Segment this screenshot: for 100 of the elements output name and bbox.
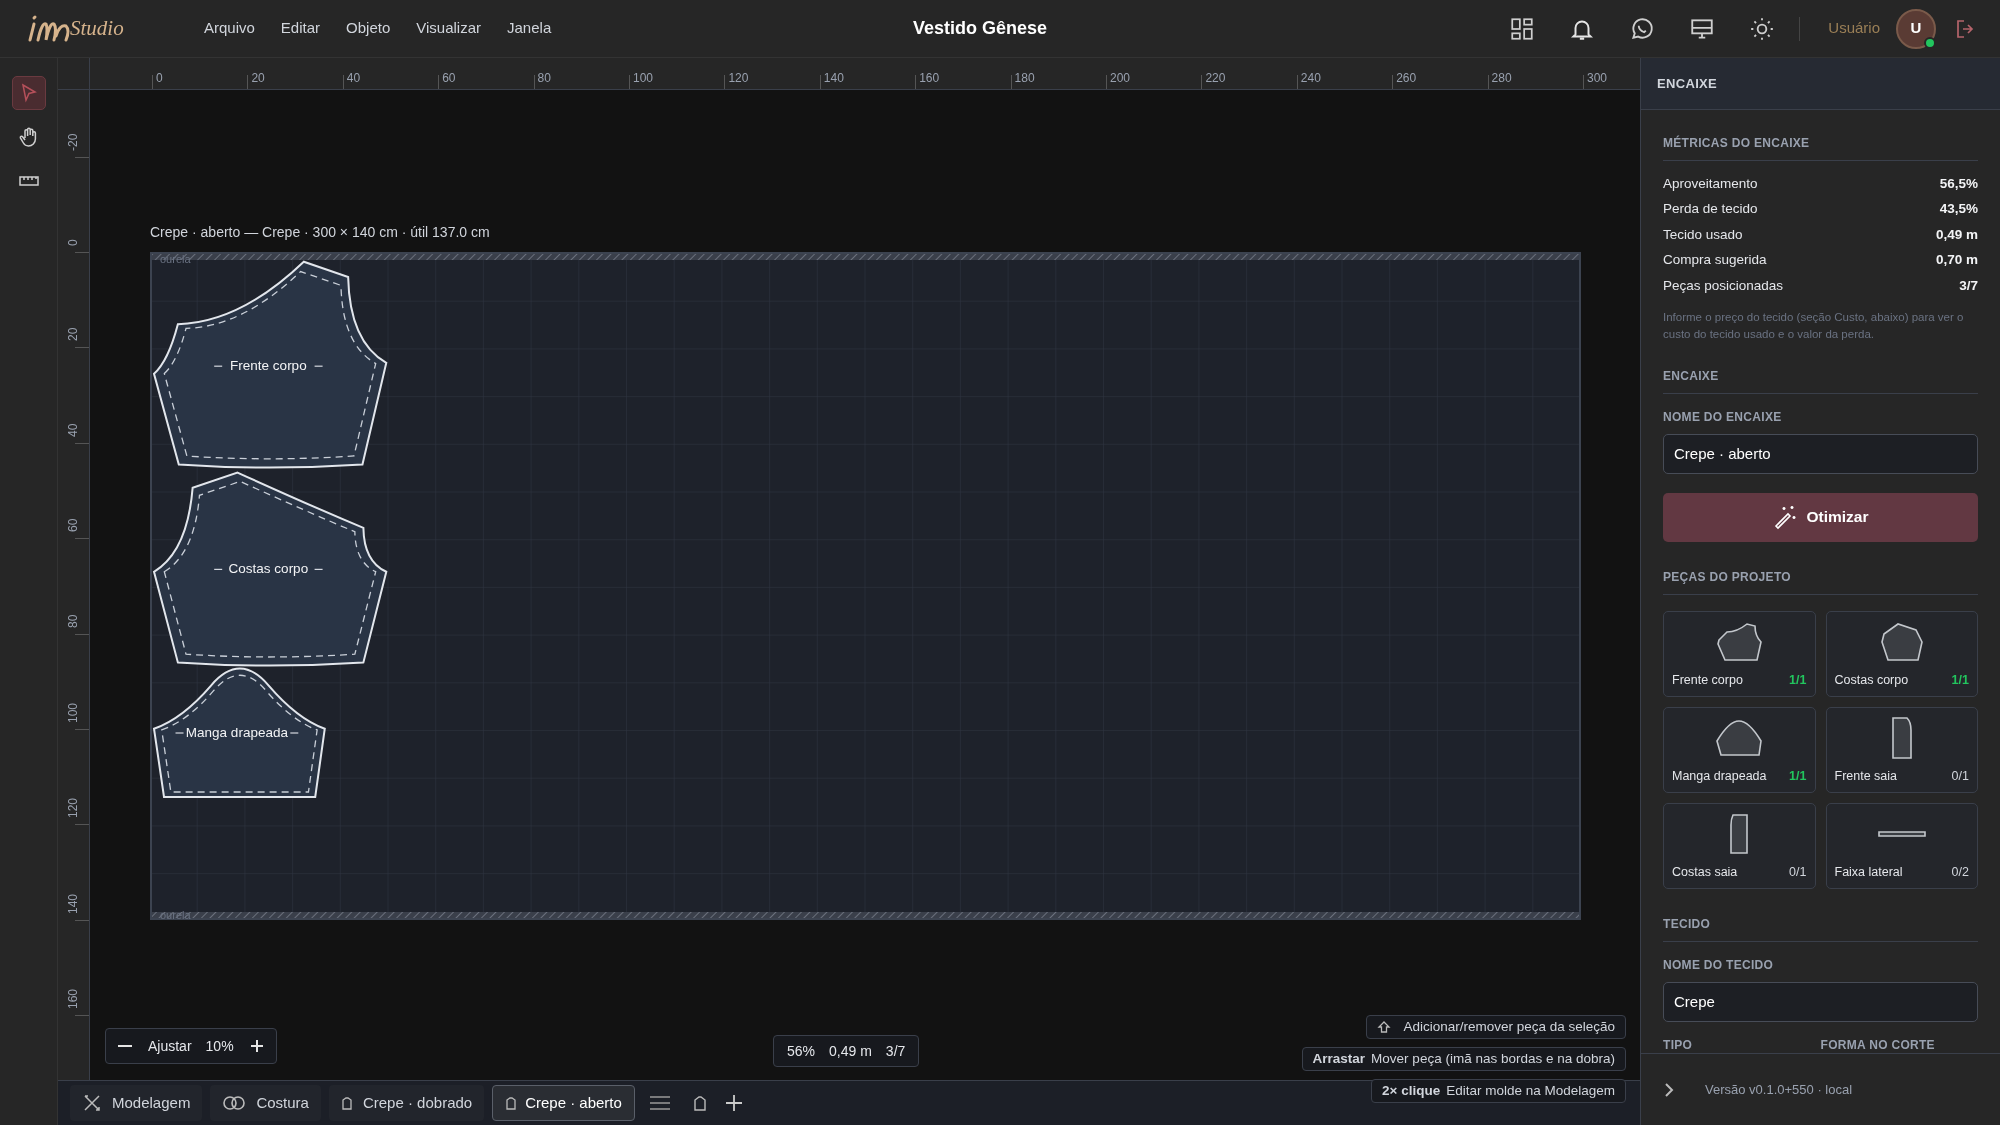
grainline <box>314 568 324 570</box>
user-avatar[interactable]: U <box>1896 8 1936 49</box>
ruler-label: 280 <box>1491 70 1512 87</box>
metric-label: Compra sugerida <box>1663 251 1767 270</box>
piece-name: Frente saia <box>1834 767 1898 785</box>
metric-label: Aproveitamento <box>1663 174 1758 193</box>
menu-item[interactable]: Objeto <box>338 17 399 40</box>
tab[interactable]: Modelagem <box>70 1085 203 1121</box>
panel-title: ENCAIXE <box>1641 58 2000 110</box>
metric-value: 0,49 m <box>1935 225 1978 244</box>
pointer-tool[interactable] <box>11 76 46 110</box>
piece-card[interactable]: Faixa lateral 0/2 <box>1825 802 1978 889</box>
fit-button[interactable]: Ajustar <box>148 1035 192 1057</box>
ruler-label: 20 <box>65 328 81 342</box>
tab[interactable]: Costura <box>210 1085 321 1121</box>
grid-icon[interactable] <box>1509 15 1536 42</box>
ruler-label: 0 <box>65 239 81 246</box>
piece-thumbnail <box>1716 719 1763 756</box>
piece-count: 1/1 <box>1789 671 1807 689</box>
field-label: NOME DO TECIDO <box>1663 956 1775 974</box>
logo-icon <box>26 13 72 44</box>
menu-item[interactable]: Editar <box>272 17 329 40</box>
piece-thumbnail <box>1880 622 1923 661</box>
metric-value: 43,5% <box>1939 200 1978 219</box>
chevron-right-icon[interactable] <box>1663 1080 1675 1099</box>
ruler-label: 120 <box>728 70 749 87</box>
text-field[interactable]: Crepe · aberto <box>1663 433 1978 474</box>
grainline <box>314 365 324 367</box>
piece-icon[interactable] <box>692 1095 707 1111</box>
grainline <box>289 732 299 734</box>
piece-thumbnail <box>1877 830 1926 837</box>
piece-icon <box>505 1096 518 1110</box>
pattern-piece[interactable] <box>153 667 326 798</box>
piece-card[interactable]: Frente saia 0/1 <box>1825 706 1978 793</box>
piece-card[interactable]: Costas saia 0/1 <box>1663 802 1816 889</box>
metric-value: 3/7 <box>1959 276 1978 295</box>
menu-item[interactable]: Arquivo <box>196 17 263 40</box>
ruler-label: 240 <box>1300 70 1321 87</box>
piece-name: Frente corpo <box>1672 671 1743 689</box>
piece-count: 1/1 <box>1789 767 1807 785</box>
zoom-level: 10% <box>205 1036 234 1056</box>
piece-name: Faixa lateral <box>1834 863 1903 881</box>
piece-card[interactable]: Manga drapeada 1/1 <box>1663 706 1816 793</box>
metric-value: 0,70 m <box>1935 251 1978 270</box>
add-icon[interactable] <box>724 1094 743 1112</box>
piece-icon <box>340 1096 353 1110</box>
piece-name: Costas saia <box>1672 863 1738 881</box>
metric-label: Tecido usado <box>1663 225 1743 244</box>
piece-card[interactable]: Costas corpo 1/1 <box>1825 610 1978 697</box>
ruler-label: 160 <box>65 989 81 1010</box>
status-value: 3/7 <box>885 1041 906 1061</box>
menu-icon[interactable] <box>648 1095 671 1111</box>
ruler-label: 160 <box>919 70 940 87</box>
grainline <box>213 568 223 570</box>
metric-value: 56,5% <box>1939 174 1978 193</box>
piece-card[interactable]: Frente corpo 1/1 <box>1663 610 1816 697</box>
field-label: FORMA NO CORTE <box>1820 1036 1936 1053</box>
hint-text: Editar molde na Modelagem <box>1446 1081 1615 1100</box>
piece-count: 0/1 <box>1789 863 1807 881</box>
section-heading: MÉTRICAS DO ENCAIXE <box>1663 134 1978 161</box>
status-value: 0,49 m <box>829 1041 872 1061</box>
shift-key-icon <box>1377 1020 1392 1034</box>
ruler-label: 180 <box>1014 70 1035 87</box>
ruler-label: 40 <box>346 70 361 87</box>
metric-label: Peças posicionadas <box>1663 276 1784 295</box>
grainline <box>174 732 185 734</box>
section-heading: TECIDO <box>1663 914 1978 942</box>
plus-icon <box>248 1038 265 1054</box>
rings-icon <box>222 1094 247 1112</box>
user-name[interactable]: Usuário <box>1828 17 1880 40</box>
ruler-label: 0 <box>156 70 163 87</box>
ruler-label: 120 <box>65 798 81 819</box>
menu-item[interactable]: Visualizar <box>408 17 489 40</box>
status-value: 56% <box>787 1041 816 1061</box>
key-label: Arrastar <box>1312 1049 1366 1068</box>
ruler-label: 300 <box>1587 70 1608 87</box>
minus-icon <box>118 1045 132 1047</box>
ruler-label: 220 <box>1205 70 1226 87</box>
tab[interactable]: Crepe · dobrado <box>328 1085 485 1121</box>
menu-item[interactable]: Janela <box>499 17 560 40</box>
tab[interactable]: Crepe · aberto <box>492 1085 635 1121</box>
piece-label: Frente corpo <box>230 357 307 376</box>
sun-icon[interactable] <box>1749 15 1776 42</box>
piece-name: Costas corpo <box>1834 671 1909 689</box>
document-title: Vestido Gênese <box>912 17 1048 40</box>
piece-label: Manga drapeada <box>185 723 288 742</box>
ruler-label: 40 <box>65 423 81 437</box>
section-heading: ENCAIXE <box>1663 366 1978 394</box>
text-field[interactable]: Crepe <box>1663 981 1978 1022</box>
ruler-label: 60 <box>442 70 456 87</box>
chat-icon[interactable] <box>1629 15 1656 42</box>
piece-count: 0/2 <box>1951 863 1969 881</box>
ruler-label: 60 <box>65 518 81 533</box>
ruler-label: 80 <box>537 70 551 87</box>
version-text: Versão v0.1.0+550 · local <box>1705 1080 1853 1099</box>
section-heading: PEÇAS DO PROJETO <box>1663 567 1978 595</box>
info-note: Informe o preço do tecido (seção Custo, abaixo) para ver o custo do tecido usado e o valor da perda. <box>1663 309 1965 342</box>
ruler-label: 20 <box>251 70 265 87</box>
optimize-button[interactable]: Otimizar <box>1663 492 1978 542</box>
ruler-label: 200 <box>1110 70 1131 87</box>
